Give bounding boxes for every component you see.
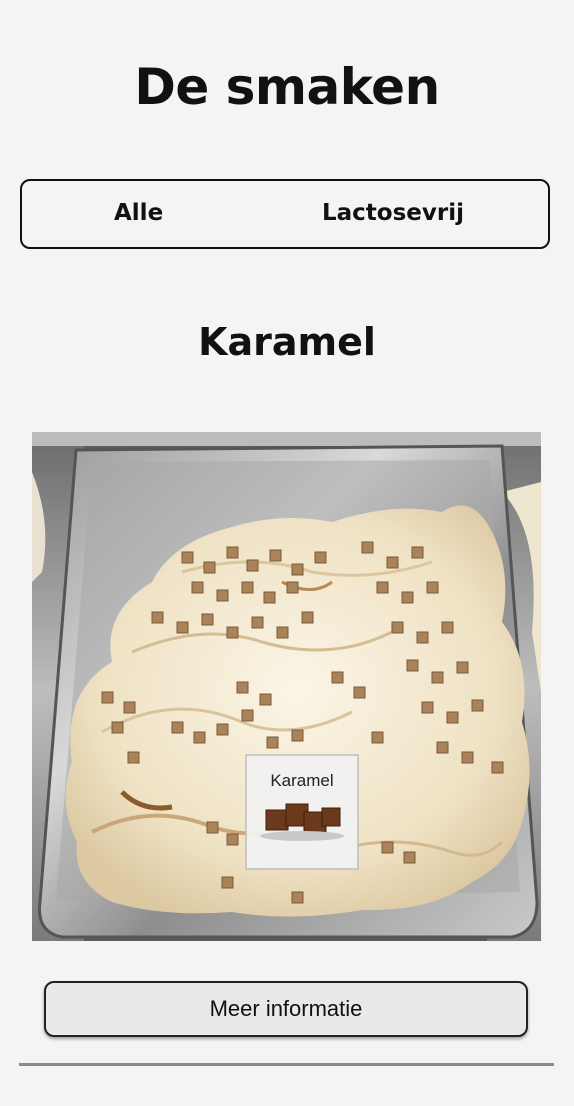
divider	[19, 1063, 554, 1066]
flavor-title: Karamel	[198, 320, 376, 364]
filter-lactose-free-button[interactable]: Lactosevrij	[322, 181, 464, 246]
flavors-page: De smaken Alle Lactosevrij Karamel Karam…	[0, 0, 574, 1106]
filter-bar: Alle Lactosevrij	[20, 179, 550, 249]
svg-text:Karamel: Karamel	[270, 771, 333, 790]
flavor-image: Karamel	[32, 432, 541, 941]
page-title: De smaken	[134, 58, 440, 116]
filter-all-button[interactable]: Alle	[114, 181, 163, 246]
more-info-button[interactable]: Meer informatie	[44, 981, 528, 1037]
